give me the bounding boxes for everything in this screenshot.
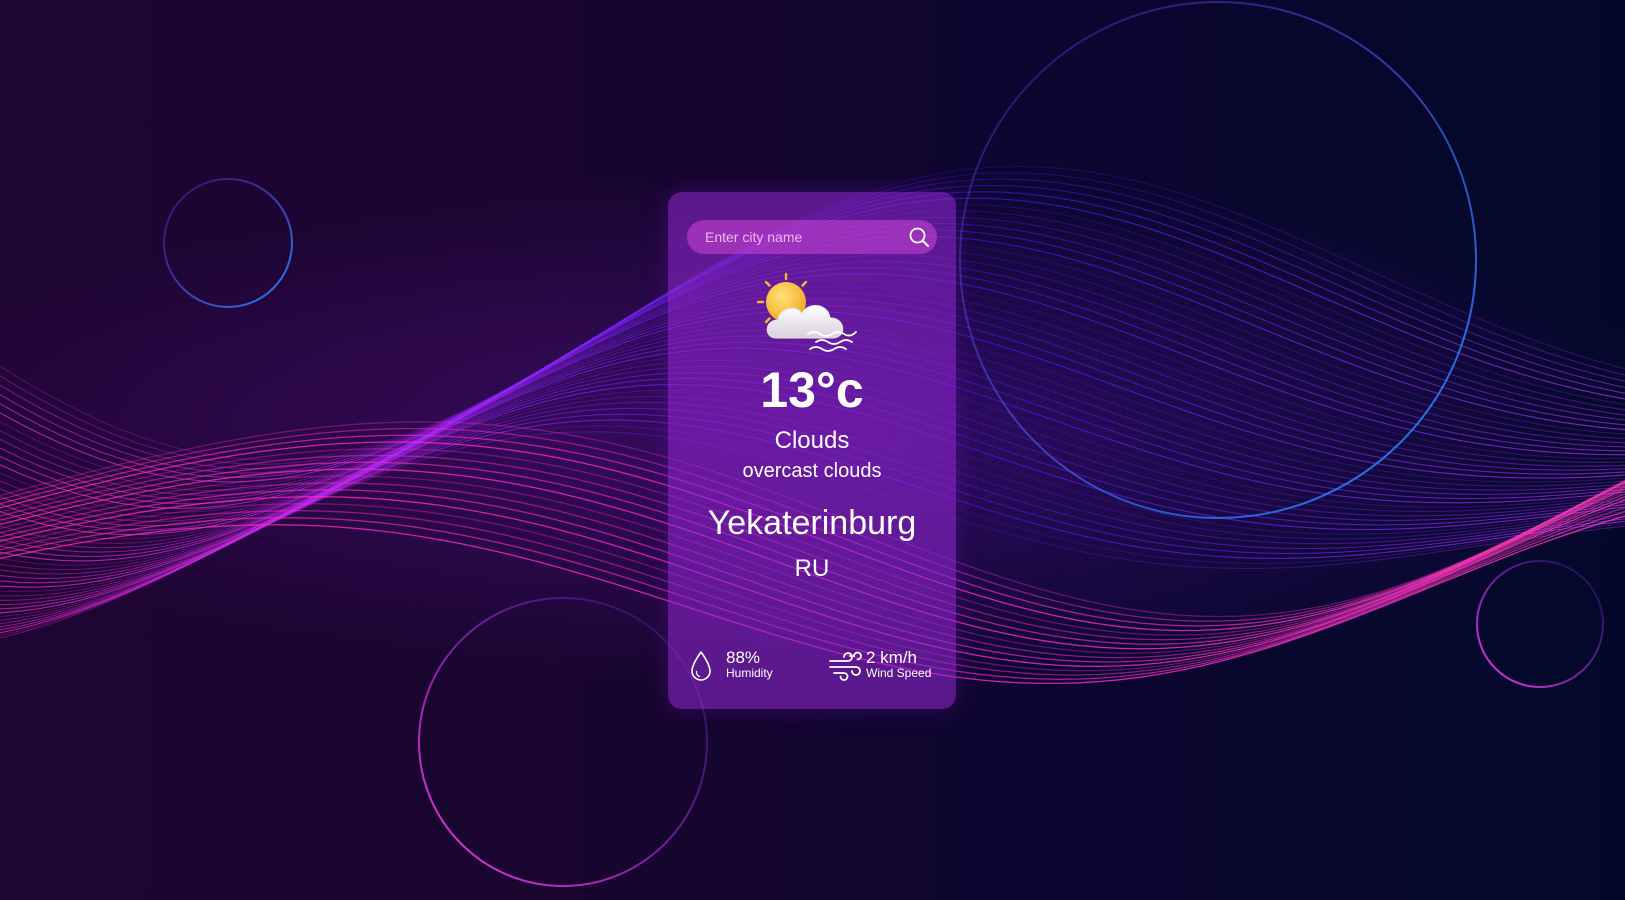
country-code: RU: [794, 555, 830, 582]
humidity-value: 88%: [726, 648, 761, 667]
wind-speed-label: Wind Speed: [866, 666, 932, 680]
sun-behind-cloud-icon: [754, 272, 870, 354]
search-bar: [687, 220, 937, 254]
humidity-label: Humidity: [726, 666, 773, 680]
city-name: Yekaterinburg: [707, 504, 917, 542]
weather-description: overcast clouds: [742, 460, 882, 482]
search-icon[interactable]: [907, 225, 931, 249]
weather-card: 13°c Clouds overcast clouds Yekaterinbur…: [668, 192, 956, 709]
wind-icon: [828, 650, 862, 687]
city-search-input[interactable]: [687, 220, 915, 254]
temperature: 13°c: [760, 362, 864, 418]
wind-speed-value: 2 km/h: [866, 648, 918, 667]
water-drop-icon: [690, 650, 712, 687]
weather-condition: Clouds: [774, 427, 850, 454]
